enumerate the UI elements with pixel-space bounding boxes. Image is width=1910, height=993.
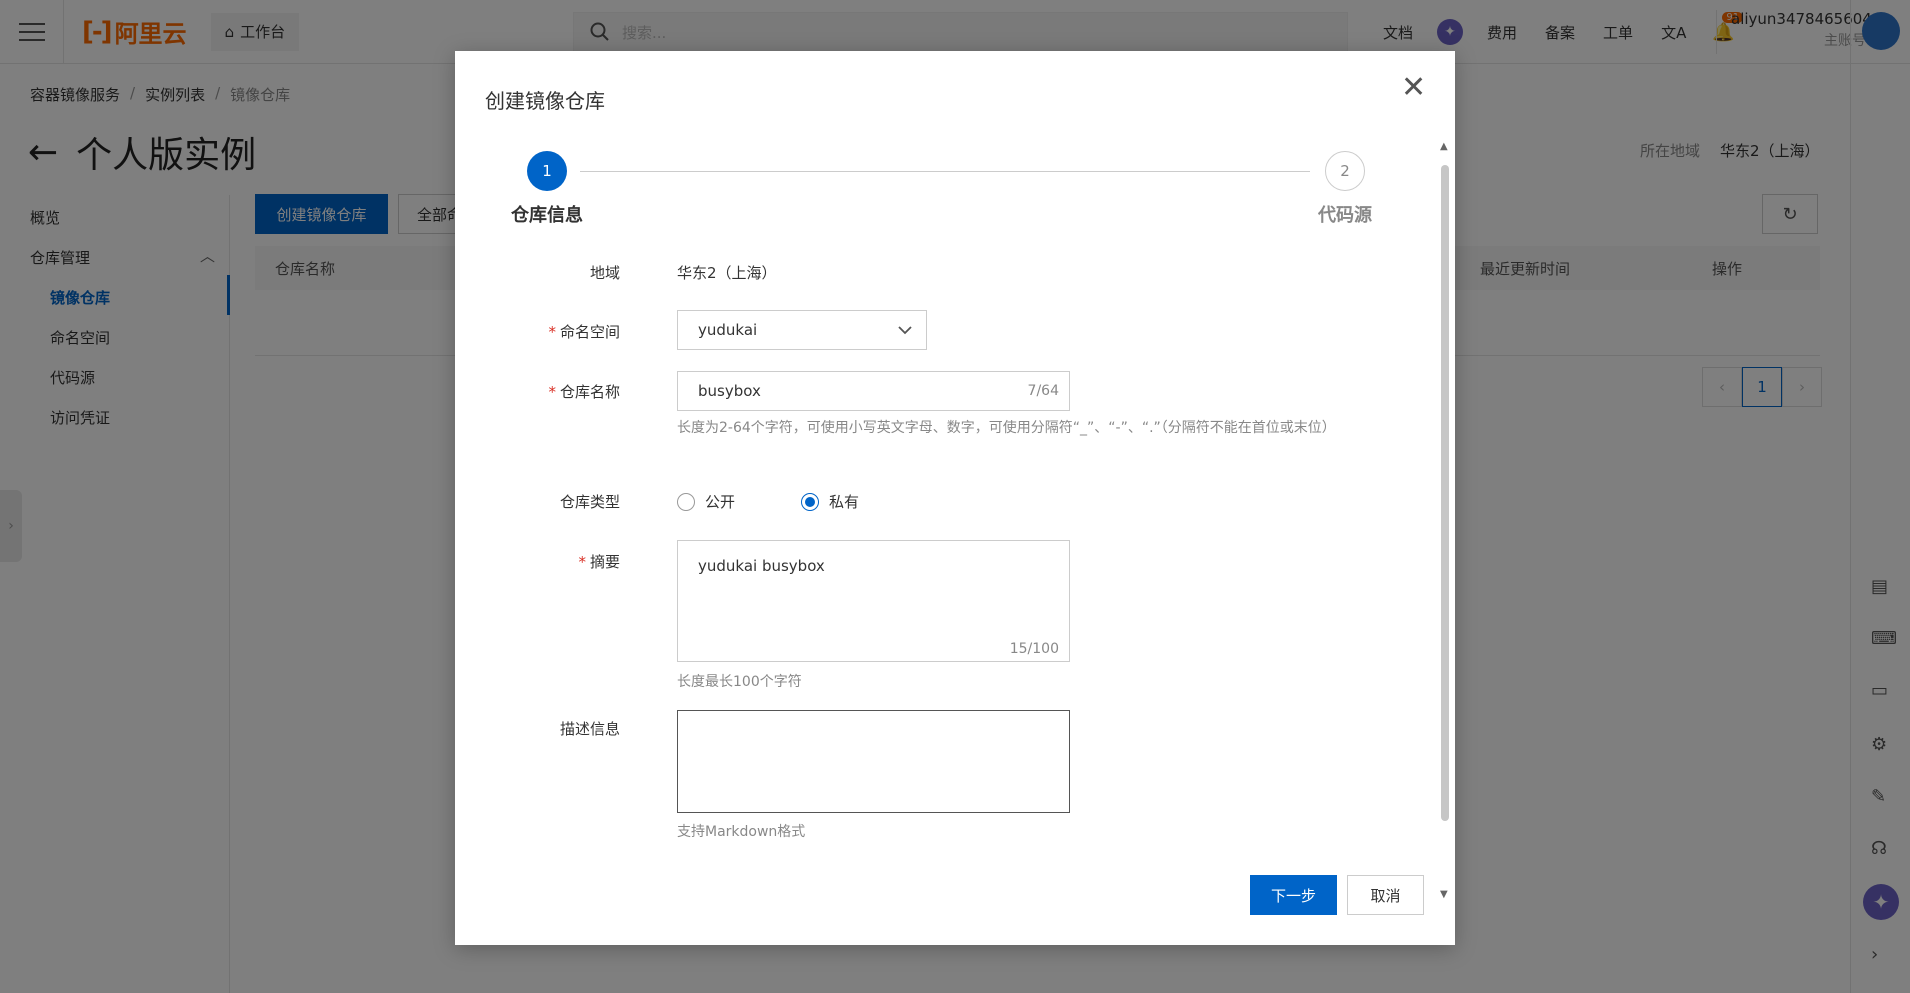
- repo-type-radio-group: 公开 私有: [677, 491, 859, 512]
- step-1-label: 仓库信息: [511, 205, 583, 226]
- required-mark: *: [548, 323, 556, 341]
- description-label-text: 描述信息: [559, 720, 620, 738]
- region-field-value: 华东2（上海）: [677, 264, 777, 282]
- summary-help: 长度最长100个字符: [677, 674, 802, 690]
- step-1-indicator: 1: [527, 151, 567, 191]
- repo-type-field-label: 仓库类型: [455, 491, 620, 512]
- radio-public[interactable]: [677, 492, 695, 511]
- description-textarea[interactable]: [677, 710, 1070, 813]
- required-mark: *: [548, 383, 556, 401]
- region-field-label: 地域: [455, 262, 620, 283]
- repo-name-label-text: 仓库名称: [559, 383, 620, 401]
- namespace-select[interactable]: yudukai: [677, 310, 927, 350]
- repo-name-value: busybox: [698, 382, 761, 400]
- namespace-label-text: 命名空间: [559, 323, 620, 341]
- repo-name-input[interactable]: busybox 7/64: [677, 371, 1070, 411]
- step-connector: [580, 171, 1310, 172]
- summary-value: yudukai busybox: [698, 557, 825, 575]
- summary-field-label: * 摘要: [455, 551, 620, 572]
- scroll-up-icon[interactable]: ▲: [1440, 141, 1448, 152]
- scrollbar[interactable]: ▲ ▼: [1440, 141, 1450, 900]
- summary-char-count: 15/100: [1009, 641, 1059, 657]
- description-help: 支持Markdown格式: [677, 824, 806, 840]
- repo-name-field-label: * 仓库名称: [455, 381, 620, 402]
- summary-label-text: 摘要: [589, 553, 620, 571]
- repo-type-label-text: 仓库类型: [559, 493, 620, 511]
- create-repo-dialog: 创建镜像仓库 ✕ ▲ ▼ 1 2 仓库信息 代码源 地域 华东2（上海） * 命名…: [455, 51, 1455, 945]
- cancel-button[interactable]: 取消: [1347, 875, 1424, 915]
- repo-name-char-count: 7/64: [1027, 383, 1059, 399]
- namespace-field-label: * 命名空间: [455, 321, 620, 342]
- namespace-value: yudukai: [698, 321, 758, 339]
- close-icon[interactable]: ✕: [1401, 73, 1426, 103]
- radio-private-label[interactable]: 私有: [829, 491, 859, 512]
- description-field-label: 描述信息: [455, 718, 620, 739]
- scrollbar-thumb[interactable]: [1441, 165, 1449, 821]
- chevron-down-icon: [898, 326, 912, 335]
- radio-private[interactable]: [801, 492, 820, 511]
- repo-name-help: 长度为2-64个字符，可使用小写英文字母、数字，可使用分隔符“_”、“-”、“.…: [677, 420, 1336, 436]
- next-step-button[interactable]: 下一步: [1250, 875, 1337, 915]
- dialog-title: 创建镜像仓库: [485, 89, 605, 113]
- step-2-label: 代码源: [1318, 205, 1372, 226]
- summary-textarea[interactable]: yudukai busybox 15/100: [677, 540, 1070, 662]
- step-2-indicator: 2: [1325, 151, 1365, 191]
- scroll-down-icon[interactable]: ▼: [1440, 889, 1448, 900]
- required-mark: *: [578, 553, 586, 571]
- region-label-text: 地域: [589, 264, 620, 282]
- radio-public-label[interactable]: 公开: [705, 491, 735, 512]
